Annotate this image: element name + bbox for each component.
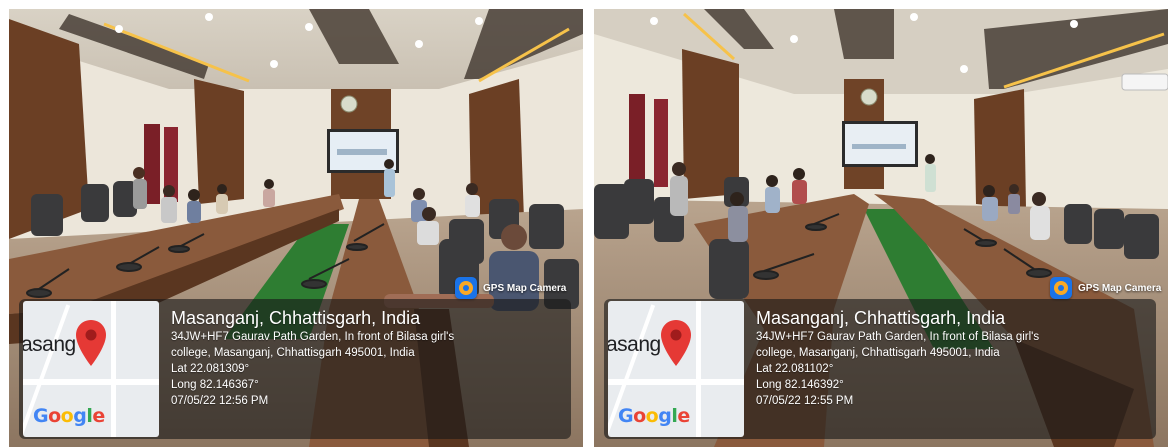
datetime: 07/05/22 12:56 PM bbox=[171, 395, 269, 407]
latitude: Lat 22.081102° bbox=[756, 363, 834, 375]
google-logo: Google bbox=[618, 405, 690, 427]
gps-map-camera-brand: GPS Map Camera bbox=[1050, 275, 1161, 301]
datetime: 07/05/22 12:55 PM bbox=[756, 395, 854, 407]
location-overlay: asang Google Masanganj, Chhattisgarh, In… bbox=[604, 299, 1156, 439]
brand-label: GPS Map Camera bbox=[483, 282, 567, 294]
latitude: Lat 22.081309° bbox=[171, 363, 250, 375]
location-title: Masanganj, Chhattisgarh, India bbox=[756, 308, 1006, 328]
address-line-1: 34JW+HF7 Gaurav Path Garden, In front of… bbox=[171, 331, 455, 343]
gps-map-camera-icon bbox=[455, 277, 477, 299]
brand-label: GPS Map Camera bbox=[1078, 282, 1162, 294]
location-info: Masanganj, Chhattisgarh, India 34JW+HF7 … bbox=[756, 307, 1152, 409]
photo-right: GPS Map Camera asang Google Masanganj, C… bbox=[594, 9, 1168, 447]
map-place-label: asang bbox=[23, 333, 76, 356]
address-line-1: 34JW+HF7 Gaurav Path Garden, In front of… bbox=[756, 331, 1040, 343]
location-pin-icon bbox=[76, 320, 106, 366]
address-line-2: college, Masanganj, Chhattisgarh 495001,… bbox=[756, 347, 1000, 359]
map-thumbnail: asang Google bbox=[608, 301, 744, 437]
longitude: Long 82.146367° bbox=[171, 379, 259, 391]
location-title: Masanganj, Chhattisgarh, India bbox=[171, 308, 421, 328]
map-place-label: asang bbox=[608, 333, 661, 356]
location-overlay: asang Google Masanganj, Chhattisgarh, In… bbox=[19, 299, 571, 439]
location-pin-icon bbox=[661, 320, 691, 366]
longitude: Long 82.146392° bbox=[756, 379, 844, 391]
gps-map-camera-brand: GPS Map Camera bbox=[455, 275, 566, 301]
gps-map-camera-icon bbox=[1050, 277, 1072, 299]
photo-left: GPS Map Camera asang Google Masanganj, C… bbox=[9, 9, 583, 447]
location-info: Masanganj, Chhattisgarh, India 34JW+HF7 … bbox=[171, 307, 567, 409]
address-line-2: college, Masanganj, Chhattisgarh 495001,… bbox=[171, 347, 415, 359]
google-logo: Google bbox=[33, 405, 105, 427]
map-thumbnail: asang Google bbox=[23, 301, 159, 437]
